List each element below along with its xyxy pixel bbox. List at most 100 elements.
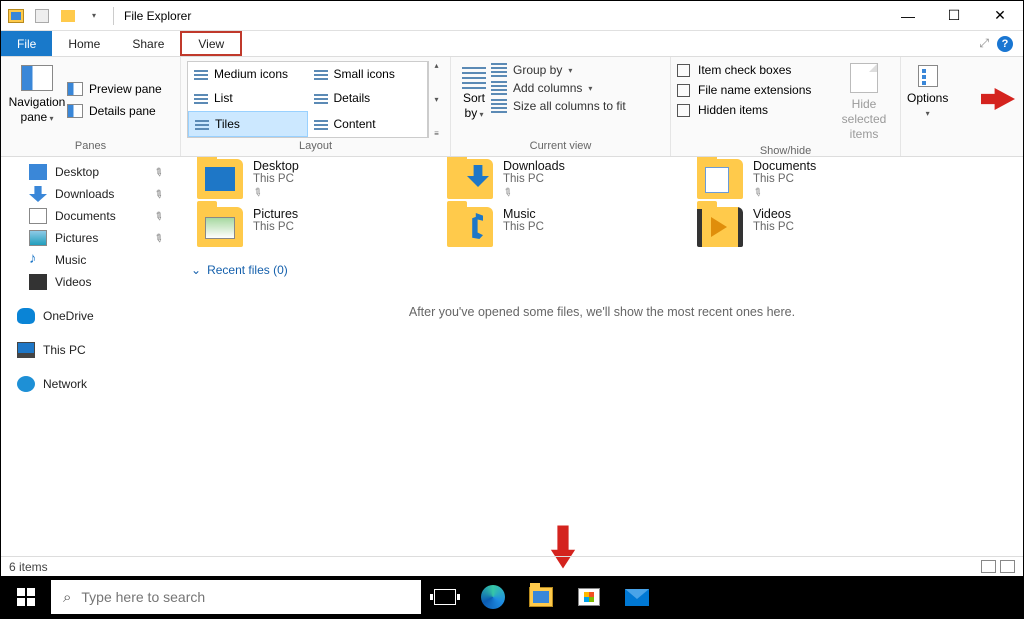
folder-desktop[interactable]: DesktopThis PC✎ bbox=[191, 157, 441, 203]
options-icon bbox=[918, 65, 938, 87]
hidden-items[interactable]: Hidden items bbox=[677, 103, 834, 117]
explorer-icon bbox=[529, 587, 553, 607]
folder-videos[interactable]: VideosThis PC bbox=[691, 203, 941, 251]
pin-icon: ✎ bbox=[500, 185, 515, 201]
windows-logo-icon bbox=[17, 588, 35, 606]
group-show-hide: Item check boxes File name extensions Hi… bbox=[671, 57, 901, 156]
help-icon[interactable]: ? bbox=[997, 36, 1013, 52]
folder-documents[interactable]: DocumentsThis PC✎ bbox=[691, 157, 941, 203]
tab-view[interactable]: View bbox=[180, 31, 242, 56]
taskbar-edge[interactable] bbox=[469, 576, 517, 618]
group-current-view: Sort by ▾ Group by ▾ Add columns ▾ Size … bbox=[451, 57, 671, 156]
recent-files-header[interactable]: ⌄Recent files (0) bbox=[191, 263, 1013, 277]
network-icon bbox=[17, 376, 35, 392]
group-layout: Medium icons Small icons List Details Ti… bbox=[181, 57, 451, 156]
layout-scroll[interactable]: ▴▾≡ bbox=[428, 61, 444, 138]
window-title: File Explorer bbox=[124, 9, 191, 23]
layout-list: Medium icons Small icons List Details Ti… bbox=[187, 61, 428, 138]
minimize-ribbon-icon[interactable]: ⤢ bbox=[979, 36, 989, 51]
folder-music[interactable]: MusicThis PC bbox=[441, 203, 691, 251]
sidebar-item-music[interactable]: ♪Music bbox=[1, 249, 181, 271]
layout-content[interactable]: Content bbox=[308, 111, 428, 137]
group-label-panes: Panes bbox=[7, 138, 174, 156]
start-button[interactable] bbox=[1, 576, 51, 618]
add-columns-icon bbox=[491, 81, 507, 95]
main-area: Desktop✎ Downloads✎ Documents✎ Pictures✎… bbox=[1, 157, 1023, 558]
sidebar-item-thispc[interactable]: This PC bbox=[1, 339, 181, 361]
sort-by-button[interactable]: Sort by ▾ bbox=[457, 61, 491, 138]
task-view-button[interactable] bbox=[421, 576, 469, 618]
hide-selected-items-button[interactable]: Hide selected items bbox=[834, 61, 894, 143]
sidebar-item-documents[interactable]: Documents✎ bbox=[1, 205, 181, 227]
view-details-icon[interactable] bbox=[981, 560, 996, 573]
item-check-boxes[interactable]: Item check boxes bbox=[677, 63, 834, 77]
store-icon bbox=[578, 588, 600, 606]
pin-icon: ✎ bbox=[250, 185, 265, 201]
qat-newfolder[interactable] bbox=[57, 5, 79, 27]
sidebar-item-desktop[interactable]: Desktop✎ bbox=[1, 161, 181, 183]
tab-home[interactable]: Home bbox=[52, 31, 116, 56]
taskbar-explorer[interactable] bbox=[517, 576, 565, 618]
desktop-icon bbox=[29, 164, 47, 180]
options-button[interactable]: Options▾ bbox=[907, 61, 948, 138]
folder-downloads[interactable]: DownloadsThis PC✎ bbox=[441, 157, 691, 203]
sidebar-item-videos[interactable]: Videos bbox=[1, 271, 181, 293]
task-view-icon bbox=[434, 589, 456, 605]
navigation-pane-button[interactable]: Navigation pane ▾ bbox=[7, 61, 67, 138]
content-pane: DesktopThis PC✎ DownloadsThis PC✎ Docume… bbox=[181, 157, 1023, 558]
tab-file[interactable]: File bbox=[1, 31, 52, 56]
minimize-button[interactable]: — bbox=[885, 1, 931, 31]
layout-list[interactable]: List bbox=[188, 86, 308, 110]
layout-tiles[interactable]: Tiles bbox=[188, 111, 308, 137]
layout-small-icons[interactable]: Small icons bbox=[308, 62, 428, 86]
close-button[interactable]: ✕ bbox=[977, 1, 1023, 31]
group-options: Options▾ bbox=[901, 57, 961, 156]
ribbon-tabs: File Home Share View ⤢ ? bbox=[1, 31, 1023, 57]
edge-icon bbox=[481, 585, 505, 609]
folder-icon bbox=[697, 159, 743, 199]
pictures-icon bbox=[29, 230, 47, 246]
sidebar: Desktop✎ Downloads✎ Documents✎ Pictures✎… bbox=[1, 157, 181, 558]
hide-selected-icon bbox=[850, 63, 878, 93]
taskbar-mail[interactable] bbox=[613, 576, 661, 618]
details-pane-button[interactable]: Details pane bbox=[67, 104, 162, 118]
layout-icon bbox=[194, 92, 208, 104]
pin-icon: ✎ bbox=[151, 186, 166, 202]
explorer-icon bbox=[5, 5, 27, 27]
taskbar-store[interactable] bbox=[565, 576, 613, 618]
annotation-arrow-right bbox=[981, 83, 1015, 115]
folder-icon bbox=[697, 207, 743, 247]
add-columns-button[interactable]: Add columns ▾ bbox=[491, 81, 626, 95]
qat-menu[interactable]: ▾ bbox=[83, 5, 105, 27]
mail-icon bbox=[625, 589, 649, 606]
details-pane-icon bbox=[67, 104, 83, 118]
music-icon: ♪ bbox=[29, 252, 47, 268]
sidebar-item-network[interactable]: Network bbox=[1, 373, 181, 395]
layout-details[interactable]: Details bbox=[308, 86, 428, 110]
quick-access-toolbar: ▾ bbox=[1, 5, 109, 27]
recent-files-section: ⌄Recent files (0) After you've opened so… bbox=[191, 263, 1013, 319]
title-bar: ▾ File Explorer — ☐ ✕ bbox=[1, 1, 1023, 31]
folder-pictures[interactable]: PicturesThis PC bbox=[191, 203, 441, 251]
view-large-icon[interactable] bbox=[1000, 560, 1015, 573]
pin-icon: ✎ bbox=[151, 208, 166, 224]
layout-medium-icons[interactable]: Medium icons bbox=[188, 62, 308, 86]
group-by-button[interactable]: Group by ▾ bbox=[491, 63, 626, 77]
folder-icon bbox=[447, 207, 493, 247]
maximize-button[interactable]: ☐ bbox=[931, 1, 977, 31]
sidebar-item-downloads[interactable]: Downloads✎ bbox=[1, 183, 181, 205]
file-name-extensions[interactable]: File name extensions bbox=[677, 83, 834, 97]
ribbon: Navigation pane ▾ Preview pane Details p… bbox=[1, 57, 1023, 157]
tab-share[interactable]: Share bbox=[116, 31, 180, 56]
sidebar-item-pictures[interactable]: Pictures✎ bbox=[1, 227, 181, 249]
downloads-icon bbox=[29, 186, 47, 202]
size-all-columns-button[interactable]: Size all columns to fit bbox=[491, 99, 626, 113]
pin-icon: ✎ bbox=[151, 164, 166, 180]
qat-properties[interactable] bbox=[31, 5, 53, 27]
layout-icon bbox=[314, 68, 328, 80]
preview-pane-button[interactable]: Preview pane bbox=[67, 82, 162, 96]
sidebar-item-onedrive[interactable]: OneDrive bbox=[1, 305, 181, 327]
layout-icon bbox=[314, 118, 328, 130]
taskbar-search[interactable]: ⌕ Type here to search bbox=[51, 580, 421, 614]
chevron-down-icon: ⌄ bbox=[191, 263, 201, 277]
